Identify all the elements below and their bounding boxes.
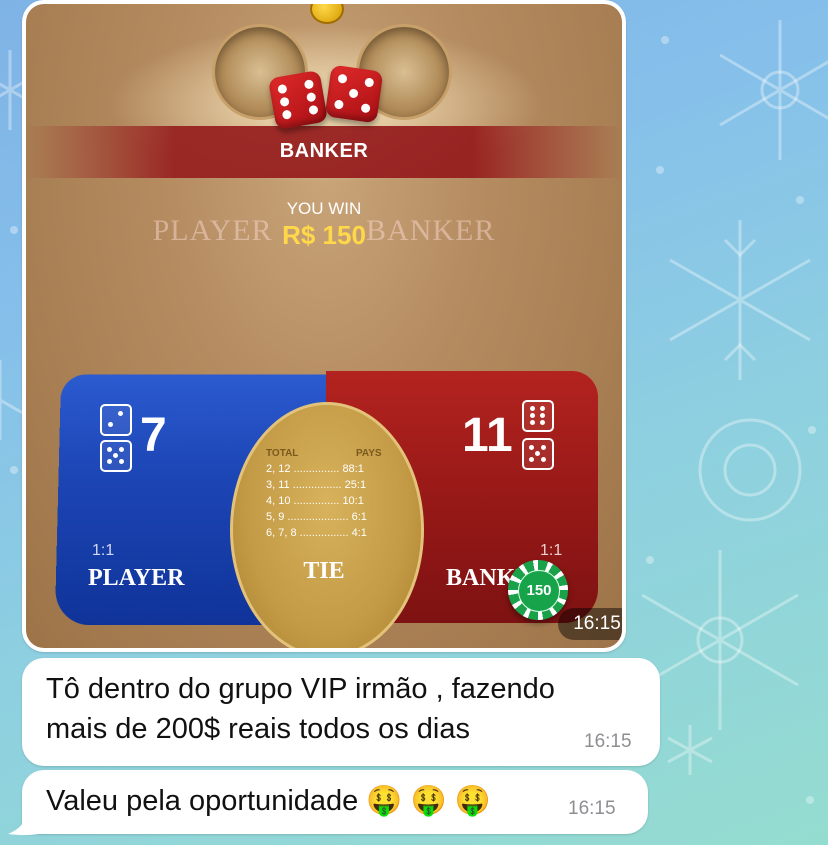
gold-gem-icon	[310, 4, 344, 24]
message-line: mais de 200$ reais todos os dias	[46, 713, 470, 745]
tie-pays-row: 2, 12 ............... 88:1	[266, 463, 364, 475]
message-text: Valeu pela oportunidade 🤑 🤑 🤑	[46, 785, 491, 817]
player-label: PLAYER	[88, 565, 185, 591]
winner-banner-label: BANKER	[279, 140, 369, 162]
red-dice-icon	[324, 64, 384, 124]
tie-total-header: TOTAL	[266, 448, 299, 459]
message-line: Tô dentro do grupo VIP irmão , fazendo	[46, 673, 555, 705]
win-amount: R$ 150	[282, 220, 366, 250]
banker-payout-ratio: 1:1	[540, 542, 563, 559]
tie-pays-row: 4, 10 ............... 10:1	[266, 495, 364, 507]
player-die-two-icon	[100, 404, 132, 436]
message-timestamp: 16:15	[584, 731, 632, 752]
banker-score: 11	[462, 409, 513, 462]
tie-bet-area	[230, 402, 424, 648]
chip-value: 150	[518, 570, 560, 612]
player-die-five-icon	[100, 440, 132, 472]
green-chip-icon: 150	[508, 560, 568, 620]
you-win-label: YOU WIN	[286, 199, 362, 218]
banker-die-six-icon	[522, 400, 554, 432]
bubble-tail	[8, 820, 38, 835]
red-dice-icon	[267, 69, 329, 131]
photo-timestamp: 16:15	[558, 608, 622, 640]
tie-pays-row: 6, 7, 8 ................ 4:1	[266, 527, 367, 539]
photo-message-bubble[interactable]: PLAYER BANKER BANKER YOU WIN R$ 150 7 1:…	[22, 0, 626, 652]
game-screenshot-image[interactable]: PLAYER BANKER BANKER YOU WIN R$ 150 7 1:…	[26, 4, 622, 648]
player-score: 7	[140, 409, 167, 462]
tie-label: TIE	[303, 558, 345, 584]
text-message-bubble[interactable]: Tô dentro do grupo VIP irmão , fazendo m…	[22, 658, 660, 766]
tie-pays-row: 3, 11 ................ 25:1	[266, 479, 367, 491]
banker-die-five-icon	[522, 438, 554, 470]
player-payout-ratio: 1:1	[92, 542, 115, 559]
money-mouth-face-icon: 🤑 🤑 🤑	[366, 785, 491, 817]
tie-pays-row: 5, 9 .................... 6:1	[266, 511, 367, 523]
text-message-bubble[interactable]: Valeu pela oportunidade 🤑 🤑 🤑 16:15	[22, 770, 648, 834]
message-timestamp: 16:15	[568, 798, 616, 819]
tie-pays-header: PAYS	[356, 448, 382, 459]
